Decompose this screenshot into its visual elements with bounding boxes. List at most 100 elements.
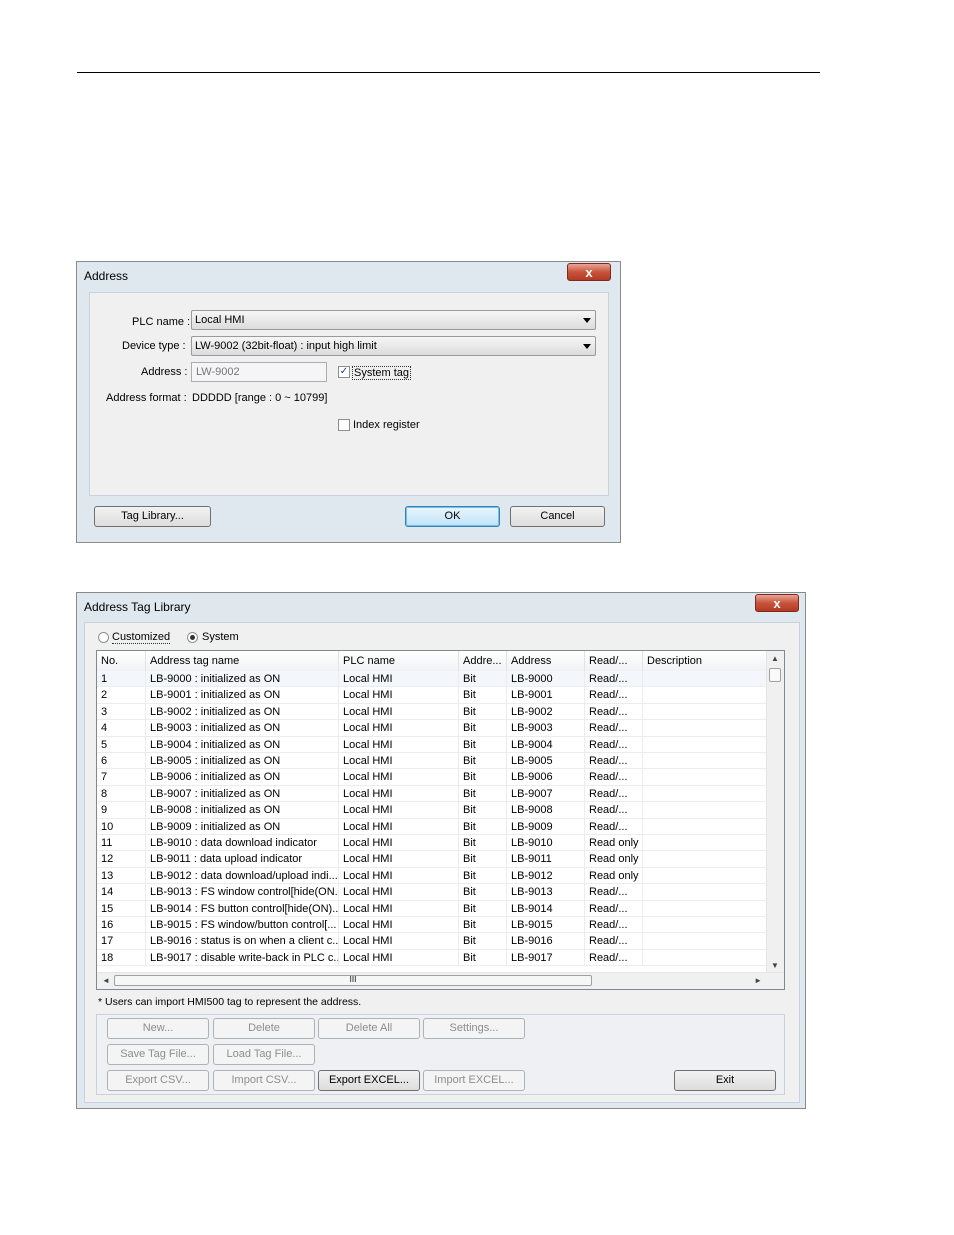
table-cell-tag-name: LB-9003 : initialized as ON [146,720,339,737]
column-header-no[interactable]: No. [97,651,146,671]
scroll-up-icon[interactable]: ▲ [771,654,779,663]
table-row[interactable]: 11 LB-9010 : data download indicator Local… [97,835,769,852]
table-cell-address-type: Bit [459,703,507,720]
table-cell-no: 1 [97,671,146,687]
table-cell-description [643,703,769,720]
table-row[interactable]: 7 LB-9006 : initialized as ON Local HMI Bit… [97,769,769,786]
table-row[interactable]: 15 LB-9014 : FS button control[hide(ON)..… [97,900,769,917]
table-row[interactable]: 13 LB-9012 : data download/upload indi...… [97,867,769,885]
table-cell-no: 17 [97,933,146,950]
table-row[interactable]: 12 LB-9011 : data upload indicator Local H… [97,851,769,868]
address-dialog: Address x PLC name : Local HMI Device ty… [76,261,621,543]
table-row[interactable]: 3 LB-9002 : initialized as ON Local HMI Bit… [97,703,769,721]
table-cell-no: 12 [97,851,146,868]
column-header-tag-name[interactable]: Address tag name [146,651,339,671]
exit-button[interactable]: Exit [674,1070,776,1091]
table-cell-description [643,949,769,966]
table-cell-address: LB-9008 [507,802,585,819]
table-cell-address-type: Bit [459,835,507,851]
table-cell-no: 15 [97,900,146,917]
vertical-scrollbar[interactable]: ▲ ▼ [766,651,784,973]
system-radio[interactable] [187,632,198,643]
table-cell-tag-name: LB-9009 : initialized as ON [146,818,339,835]
column-header-read-write[interactable]: Read/... [585,651,643,671]
close-icon[interactable]: x [755,594,799,612]
table-row[interactable]: 6 LB-9005 : initialized as ON Local HMI Bit… [97,753,769,770]
scroll-right-icon[interactable]: ► [754,976,762,985]
index-register-checkbox[interactable] [338,419,350,431]
system-tag-checkbox[interactable]: ✓ [338,366,350,378]
table-cell-address: LB-9007 [507,785,585,802]
column-header-address[interactable]: Address [507,651,585,671]
load-tag-file-button[interactable]: Load Tag File... [213,1044,315,1065]
table-row[interactable]: 16 LB-9015 : FS window/button control[...… [97,917,769,934]
column-header-plc-name[interactable]: PLC name [339,651,459,671]
device-type-select[interactable]: LW-9002 (32bit-float) : input high limit [191,336,596,356]
table-cell-description [643,900,769,917]
table-cell-tag-name: LB-9014 : FS button control[hide(ON)... [146,900,339,917]
customized-radio[interactable] [98,632,109,643]
table-cell-no: 6 [97,753,146,769]
address-label: Address : [141,366,188,378]
settings-button[interactable]: Settings... [423,1018,525,1039]
customized-radio-label[interactable]: Customized [112,631,171,644]
scroll-down-icon[interactable]: ▼ [771,961,779,970]
table-cell-read-write: Read/... [585,769,643,786]
table-cell-tag-name: LB-9011 : data upload indicator [146,851,339,868]
table-cell-tag-name: LB-9004 : initialized as ON [146,736,339,753]
export-csv-button[interactable]: Export CSV... [107,1070,209,1091]
save-tag-file-button[interactable]: Save Tag File... [107,1044,209,1065]
table-cell-tag-name: LB-9017 : disable write-back in PLC c... [146,949,339,966]
table-cell-tag-name: LB-9015 : FS window/button control[... [146,917,339,933]
vertical-scroll-thumb[interactable] [769,668,781,682]
scroll-left-icon[interactable]: ◄ [102,976,110,985]
delete-all-button[interactable]: Delete All [318,1018,420,1039]
table-row[interactable]: 10 LB-9009 : initialized as ON Local HMI Bi… [97,818,769,835]
table-cell-read-write: Read only [585,851,643,868]
table-cell-plc-name: Local HMI [339,753,459,769]
cancel-button[interactable]: Cancel [510,506,605,527]
delete-button[interactable]: Delete [213,1018,315,1039]
close-icon[interactable]: x [567,263,611,281]
table-cell-address-type: Bit [459,671,507,687]
export-excel-button[interactable]: Export EXCEL... [318,1070,420,1091]
table-row[interactable]: 14 LB-9013 : FS window control[hide(ON...… [97,884,769,901]
table-row[interactable]: 17 LB-9016 : status is on when a client c… [97,933,769,950]
table-row[interactable]: 18 LB-9017 : disable write-back in PLC c.… [97,949,769,967]
table-cell-no: 4 [97,720,146,737]
system-tag-label[interactable]: System tag [352,366,412,380]
new-button[interactable]: New... [107,1018,209,1039]
table-cell-address: LB-9011 [507,851,585,868]
table-cell-read-write: Read only [585,835,643,851]
horizontal-scrollbar[interactable]: ◄ III ► [97,972,784,989]
tag-library-button[interactable]: Tag Library... [94,506,211,527]
address-input[interactable]: LW-9002 [191,362,327,382]
table-row[interactable]: 8 LB-9007 : initialized as ON Local HMI Bit… [97,785,769,803]
table-cell-address-type: Bit [459,736,507,753]
index-register-label[interactable]: Index register [353,419,420,431]
table-cell-read-write: Read/... [585,949,643,966]
table-row[interactable]: 5 LB-9004 : initialized as ON Local HMI Bit… [97,736,769,753]
plc-name-select[interactable]: Local HMI [191,310,596,330]
system-radio-label[interactable]: System [202,631,239,643]
table-row[interactable]: 4 LB-9003 : initialized as ON Local HMI Bit… [97,720,769,737]
address-format-value: DDDDD [range : 0 ~ 10799] [192,392,328,404]
table-cell-address: LB-9001 [507,687,585,704]
table-cell-read-write: Read/... [585,736,643,753]
import-csv-button[interactable]: Import CSV... [213,1070,315,1091]
table-cell-description [643,769,769,786]
column-header-address-type[interactable]: Addre... [459,651,507,671]
horizontal-scroll-thumb[interactable]: III [114,975,592,986]
tag-table[interactable]: No. Address tag name PLC name Addre... Addre… [96,650,785,990]
column-header-description[interactable]: Description [643,651,769,671]
table-cell-no: 3 [97,703,146,720]
device-type-label: Device type : [122,340,186,352]
ok-button[interactable]: OK [405,506,500,527]
table-row[interactable]: 1 LB-9000 : initialized as ON Local HMI Bit… [97,671,769,688]
table-row[interactable]: 2 LB-9001 : initialized as ON Local HMI Bit… [97,687,769,704]
table-cell-address: LB-9017 [507,949,585,966]
table-row[interactable]: 9 LB-9008 : initialized as ON Local HMI Bit… [97,802,769,819]
table-cell-address: LB-9012 [507,867,585,884]
import-excel-button[interactable]: Import EXCEL... [423,1070,525,1091]
table-cell-address-type: Bit [459,720,507,737]
